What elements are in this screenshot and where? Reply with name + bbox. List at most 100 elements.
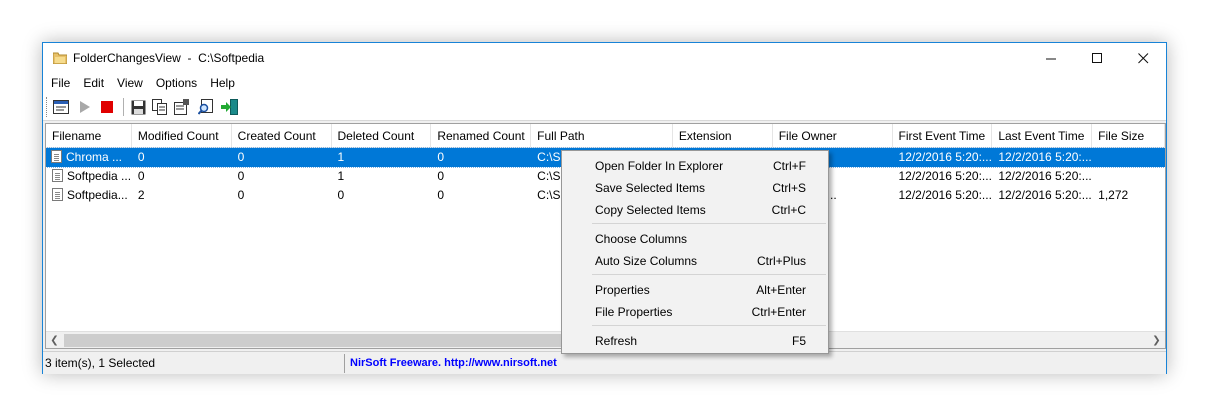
toolbar [43,93,1166,121]
menu-copy-selected[interactable]: Copy Selected Items Ctrl+C [562,198,828,220]
menu-shortcut: Alt+Enter [756,283,806,297]
cell-modified-count: 0 [137,150,145,164]
title-bar[interactable]: FolderChangesView - C:\Softpedia [43,43,1166,73]
column-header-last-event-time[interactable]: Last Event Time [992,124,1093,148]
menu-separator [592,274,826,275]
scroll-right-icon[interactable]: ❯ [1148,333,1165,348]
column-header-first-event-time[interactable]: First Event Time [893,124,993,148]
find-icon[interactable] [197,98,215,116]
cell-file-size: 1,272 [1098,188,1129,202]
cell-deleted-count: 0 [337,188,345,202]
stop-icon[interactable] [98,98,116,116]
context-menu: Open Folder In Explorer Ctrl+F Save Selec… [561,150,829,354]
close-icon [1137,52,1148,63]
file-icon [51,150,62,163]
file-icon [52,169,63,182]
menu-open-folder[interactable]: Open Folder In Explorer Ctrl+F [562,154,828,176]
cell-deleted-count: 1 [337,169,345,183]
column-header-file-owner[interactable]: File Owner [773,124,893,148]
properties-icon[interactable] [173,98,191,116]
status-item-count: 3 item(s), 1 Selected [45,356,156,370]
cell-file-size [1092,167,1165,186]
folder-app-icon [53,52,67,64]
minimize-button[interactable] [1028,43,1074,73]
filename-text: Softpedia ... [67,169,132,183]
cell-first-event-time: 12/2/2016 5:20:... [898,150,992,164]
cell-last-event-time: 12/2/2016 5:20:... [998,150,1092,164]
menu-auto-size-columns[interactable]: Auto Size Columns Ctrl+Plus [562,249,828,271]
cell-filename: Softpedia ... [46,167,132,186]
menu-bar: File Edit View Options Help [43,73,1166,93]
menu-label: Save Selected Items [595,181,706,195]
cell-modified-count: 2 [137,188,145,202]
status-bar: 3 item(s), 1 Selected NirSoft Freeware. … [43,351,1166,374]
menu-shortcut: Ctrl+S [772,181,806,195]
cell-created-count: 0 [237,169,245,183]
menu-label: Properties [595,283,650,297]
menu-shortcut: Ctrl+Enter [751,305,806,319]
column-header-filename[interactable]: Filename [46,124,132,148]
column-header-modified-count[interactable]: Modified Count [132,124,232,148]
menu-properties[interactable]: Properties Alt+Enter [562,278,828,300]
menu-label: Choose Columns [595,232,688,246]
toolbar-separator [123,98,124,116]
close-button[interactable] [1120,43,1166,73]
menu-file[interactable]: File [45,73,77,93]
cell-filename: Chroma ... [46,148,132,167]
cell-first-event-time: 12/2/2016 5:20:... [898,169,992,183]
options-icon[interactable] [52,98,70,116]
exit-icon[interactable] [220,98,238,116]
cell-last-event-time: 12/2/2016 5:20:... [998,169,1092,183]
menu-shortcut: Ctrl+C [771,203,806,217]
menu-file-properties[interactable]: File Properties Ctrl+Enter [562,300,828,322]
menu-choose-columns[interactable]: Choose Columns [562,227,828,249]
cell-filename: Softpedia... [46,186,132,205]
filename-text: Softpedia... [67,188,128,202]
cell-modified-count: 0 [137,169,145,183]
menu-shortcut: Ctrl+Plus [756,254,806,268]
column-header-deleted-count[interactable]: Deleted Count [332,124,432,148]
column-header: Filename Modified Count Created Count Delet… [46,124,1165,148]
play-icon[interactable] [76,98,94,116]
column-header-created-count[interactable]: Created Count [232,124,332,148]
nirsoft-link[interactable]: NirSoft Freeware. http://www.nirsoft.net [350,357,557,369]
maximize-icon [1091,52,1102,63]
column-header-renamed-count[interactable]: Renamed Count [431,124,532,148]
menu-options[interactable]: Options [150,73,204,93]
cell-renamed-count: 0 [437,188,445,202]
cell-renamed-count: 0 [437,169,445,183]
cell-deleted-count: 1 [337,150,345,164]
scroll-left-icon[interactable]: ❮ [46,333,63,348]
maximize-button[interactable] [1074,43,1120,73]
cell-created-count: 0 [237,150,245,164]
minimize-icon [1045,58,1056,59]
save-icon[interactable] [129,98,147,116]
scroll-thumb[interactable] [64,334,584,347]
menu-refresh[interactable]: Refresh F5 [562,329,828,351]
menu-label: Copy Selected Items [595,203,706,217]
column-header-file-size[interactable]: File Size [1092,124,1165,148]
column-header-extension[interactable]: Extension [673,124,773,148]
menu-shortcut: Ctrl+F [773,159,806,173]
filename-text: Chroma ... [66,150,123,164]
menu-help[interactable]: Help [204,73,242,93]
column-header-full-path[interactable]: Full Path [531,124,673,148]
menu-label: Open Folder In Explorer [595,159,724,173]
cell-file-size [1092,148,1165,167]
cell-created-count: 0 [237,188,245,202]
menu-label: File Properties [595,305,673,319]
cell-last-event-time: 12/2/2016 5:20:... [998,188,1092,202]
menu-shortcut: F5 [791,334,806,348]
menu-label: Refresh [595,334,638,348]
menu-save-selected[interactable]: Save Selected Items Ctrl+S [562,176,828,198]
cell-first-event-time: 12/2/2016 5:20:... [898,188,992,202]
file-icon [52,188,63,201]
menu-separator [592,223,826,224]
menu-view[interactable]: View [111,73,150,93]
menu-label: Auto Size Columns [595,254,698,268]
toolbar-grip[interactable] [46,97,48,117]
status-divider [344,354,345,373]
menu-edit[interactable]: Edit [77,73,111,93]
copy-icon[interactable] [151,98,169,116]
cell-renamed-count: 0 [437,150,445,164]
